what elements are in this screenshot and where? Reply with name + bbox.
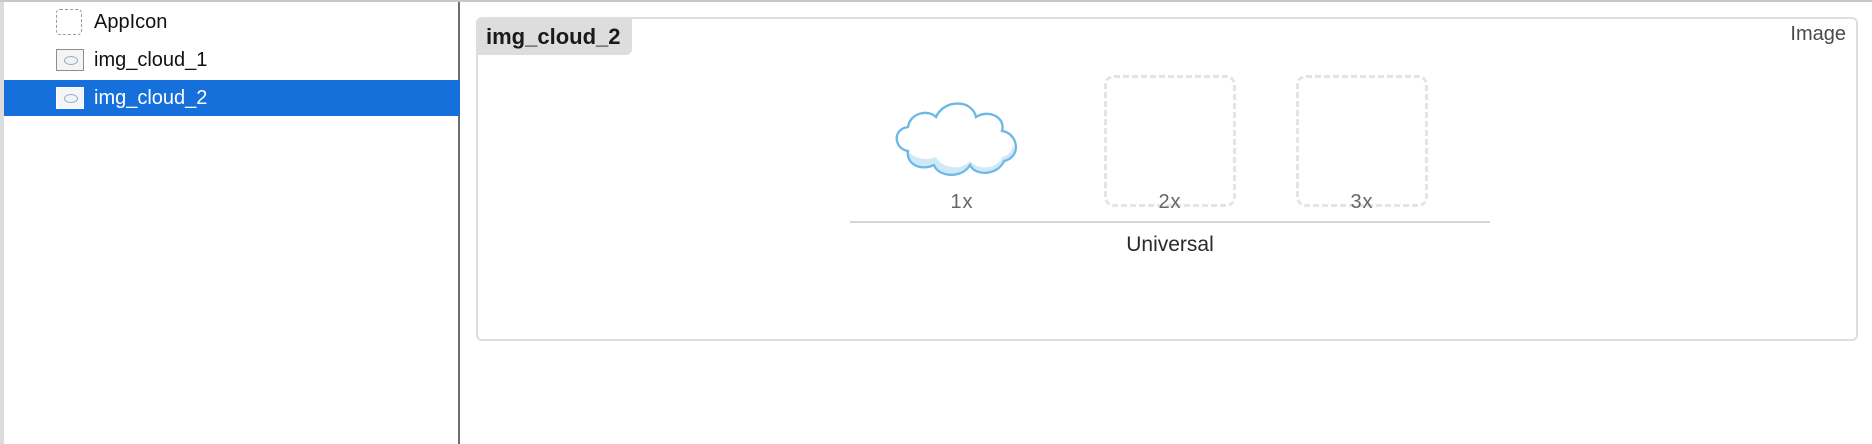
asset-editor: img_cloud_2 Image 1x 2x 3x Universal: [462, 2, 1872, 444]
slot-1x-label: 1x: [950, 191, 974, 213]
sidebar-item-img-cloud-2[interactable]: img_cloud_2: [4, 80, 460, 116]
slot-3x-label: 3x: [1350, 191, 1374, 213]
asset-catalog-window: AppIcon img_cloud_1 img_cloud_2 img_clou…: [0, 0, 1872, 444]
image-thumbnail-icon: [56, 49, 84, 71]
sidebar-item-label: img_cloud_2: [94, 86, 208, 109]
slot-2x-well[interactable]: [1104, 75, 1236, 207]
app-icon-placeholder-icon: [56, 9, 82, 35]
asset-name-label[interactable]: img_cloud_2: [478, 19, 633, 55]
sidebar-item-label: AppIcon: [94, 10, 168, 33]
asset-type-label: Image: [1790, 23, 1846, 45]
slot-2x-label: 2x: [1158, 191, 1182, 213]
sidebar-item-img-cloud-1[interactable]: img_cloud_1: [4, 42, 460, 78]
sidebar-item-label: img_cloud_1: [94, 48, 208, 71]
slot-3x-well[interactable]: [1296, 75, 1428, 207]
cloud-image-icon: [895, 102, 1017, 176]
group-divider: [850, 221, 1490, 223]
image-set-panel: img_cloud_2 Image 1x 2x 3x Universal: [476, 17, 1858, 341]
asset-list-sidebar: AppIcon img_cloud_1 img_cloud_2: [0, 2, 460, 444]
sidebar-item-appicon[interactable]: AppIcon: [4, 4, 460, 40]
image-thumbnail-icon: [56, 87, 84, 109]
slot-1x-well[interactable]: [895, 75, 1028, 207]
universal-group-label: Universal: [1126, 233, 1214, 256]
